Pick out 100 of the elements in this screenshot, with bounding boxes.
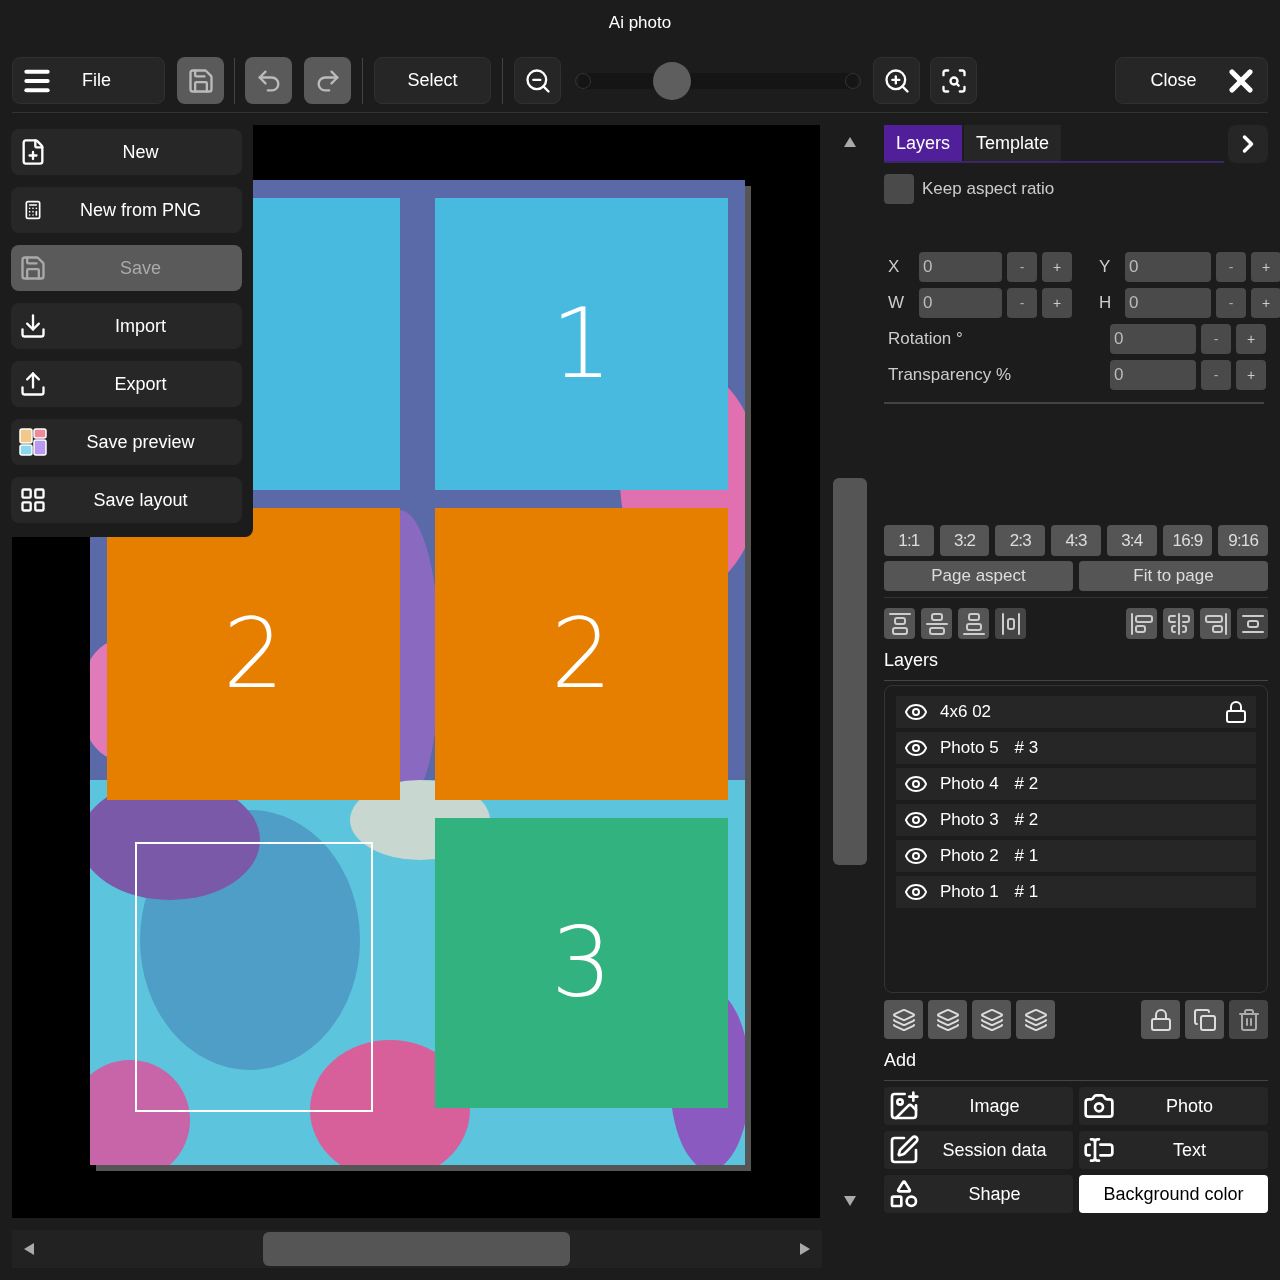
- plus-button[interactable]: +: [1236, 324, 1266, 354]
- align-button[interactable]: [1163, 608, 1194, 639]
- fit-to-page-button[interactable]: Fit to page: [1079, 561, 1268, 591]
- menu-item[interactable]: Import: [11, 303, 242, 349]
- ratio-button[interactable]: 3:2: [939, 525, 990, 556]
- layer-row[interactable]: 4x6 02: [896, 696, 1256, 728]
- layer-order-button[interactable]: [972, 1000, 1011, 1039]
- plus-button[interactable]: +: [1042, 252, 1072, 282]
- menu-item[interactable]: Save preview: [11, 419, 242, 465]
- layer-order-button[interactable]: [928, 1000, 967, 1039]
- layer-row[interactable]: Photo 4 # 2: [896, 768, 1256, 800]
- redo-button[interactable]: [304, 57, 351, 104]
- slider-thumb[interactable]: [652, 61, 691, 100]
- frame-outline[interactable]: [135, 842, 373, 1112]
- panel-tab[interactable]: Layers: [884, 125, 963, 161]
- slot-number: 3: [550, 915, 613, 1011]
- ratio-button[interactable]: 3:4: [1106, 525, 1157, 556]
- scroll-down-icon[interactable]: [844, 1196, 856, 1206]
- scroll-right-icon[interactable]: [800, 1243, 810, 1255]
- ratio-button[interactable]: 16:9: [1162, 525, 1213, 556]
- coordinate-label: X: [887, 256, 901, 279]
- horizontal-scrollbar-thumb[interactable]: [263, 1232, 570, 1266]
- align-icon: [961, 611, 986, 636]
- photo-slot[interactable]: 2: [435, 508, 728, 800]
- plus-button[interactable]: +: [1042, 288, 1072, 318]
- lock-icon[interactable]: [1224, 700, 1248, 724]
- close-button[interactable]: Close: [1115, 57, 1268, 104]
- number-field[interactable]: 0: [1110, 324, 1196, 354]
- select-button[interactable]: Select: [374, 57, 491, 104]
- undo-button[interactable]: [245, 57, 292, 104]
- number-field[interactable]: 0: [1125, 288, 1211, 318]
- expand-button[interactable]: [1228, 125, 1268, 163]
- number-field[interactable]: 0: [1110, 360, 1196, 390]
- align-button[interactable]: [1237, 608, 1268, 639]
- scrollbar-thumb[interactable]: [833, 478, 867, 865]
- align-button[interactable]: [958, 608, 989, 639]
- minus-button[interactable]: -: [1216, 288, 1246, 318]
- layer-order-button[interactable]: [884, 1000, 923, 1039]
- number-field[interactable]: 0: [919, 288, 1002, 318]
- slot-number: 1: [550, 296, 613, 392]
- menu-item[interactable]: Save layout: [11, 477, 242, 523]
- add-button[interactable]: Session data: [884, 1131, 1073, 1169]
- layers-icon: [1023, 1007, 1048, 1032]
- menu-item[interactable]: Export: [11, 361, 242, 407]
- plus-button[interactable]: +: [1251, 288, 1280, 318]
- layer-row[interactable]: Photo 2 # 1: [896, 840, 1256, 872]
- file-menu-button[interactable]: File: [12, 57, 165, 104]
- layer-row[interactable]: Photo 3 # 2: [896, 804, 1256, 836]
- align-button[interactable]: [1200, 608, 1231, 639]
- ratio-button[interactable]: 9:16: [1218, 525, 1269, 556]
- align-button[interactable]: [1126, 608, 1157, 639]
- layer-row[interactable]: Photo 1 # 1: [896, 876, 1256, 908]
- layer-row[interactable]: Photo 5 # 3: [896, 732, 1256, 764]
- layers-icon: [935, 1007, 960, 1032]
- zoom-out-button[interactable]: [514, 57, 561, 104]
- add-heading: Add: [884, 1049, 918, 1072]
- add-button[interactable]: Shape: [884, 1175, 1073, 1213]
- zoom-fit-button[interactable]: [930, 57, 977, 104]
- number-field[interactable]: 0: [1125, 252, 1211, 282]
- scroll-up-icon[interactable]: [844, 137, 856, 147]
- menu-item[interactable]: New: [11, 129, 242, 175]
- menu-item[interactable]: New from PNG: [11, 187, 242, 233]
- minus-button[interactable]: -: [1201, 324, 1231, 354]
- ratio-button[interactable]: 4:3: [1051, 525, 1101, 556]
- layer-name: Photo 2: [940, 845, 999, 868]
- minus-button[interactable]: -: [1007, 252, 1037, 282]
- align-button[interactable]: [921, 608, 952, 639]
- layer-name: Photo 3: [940, 809, 999, 832]
- delete-button[interactable]: [1229, 1000, 1268, 1039]
- plus-button[interactable]: +: [1251, 252, 1280, 282]
- plus-button[interactable]: +: [1236, 360, 1266, 390]
- save-button[interactable]: [177, 57, 224, 104]
- lock-button[interactable]: [1141, 1000, 1180, 1039]
- page-aspect-button[interactable]: Page aspect: [884, 561, 1073, 591]
- ratio-button[interactable]: 1:1: [884, 525, 934, 556]
- add-button[interactable]: Text: [1079, 1131, 1268, 1169]
- scroll-left-icon[interactable]: [24, 1243, 34, 1255]
- add-button[interactable]: Background color: [1079, 1175, 1268, 1213]
- duplicate-button[interactable]: [1185, 1000, 1224, 1039]
- align-icon: [1203, 611, 1228, 636]
- grid-icon: [23, 200, 43, 220]
- minus-button[interactable]: -: [1201, 360, 1231, 390]
- ratio-button[interactable]: 2:3: [995, 525, 1046, 556]
- align-button[interactable]: [884, 608, 915, 639]
- zoom-in-button[interactable]: [873, 57, 920, 104]
- save-icon: [19, 254, 47, 282]
- minus-button[interactable]: -: [1007, 288, 1037, 318]
- panel-tab[interactable]: Template: [964, 125, 1062, 161]
- number-field[interactable]: 0: [919, 252, 1002, 282]
- align-icon: [1129, 611, 1154, 636]
- minus-button[interactable]: -: [1216, 252, 1246, 282]
- add-button[interactable]: Image: [884, 1087, 1073, 1125]
- zoom-in-icon: [882, 66, 911, 95]
- align-button[interactable]: [995, 608, 1026, 639]
- keep-aspect-checkbox[interactable]: [884, 174, 914, 204]
- add-button[interactable]: Photo: [1079, 1087, 1268, 1125]
- window-title: Ai photo: [608, 11, 672, 34]
- layer-order-button[interactable]: [1016, 1000, 1055, 1039]
- layer-name: Photo 1: [940, 881, 999, 904]
- keep-aspect-label: Keep aspect ratio: [922, 178, 1055, 201]
